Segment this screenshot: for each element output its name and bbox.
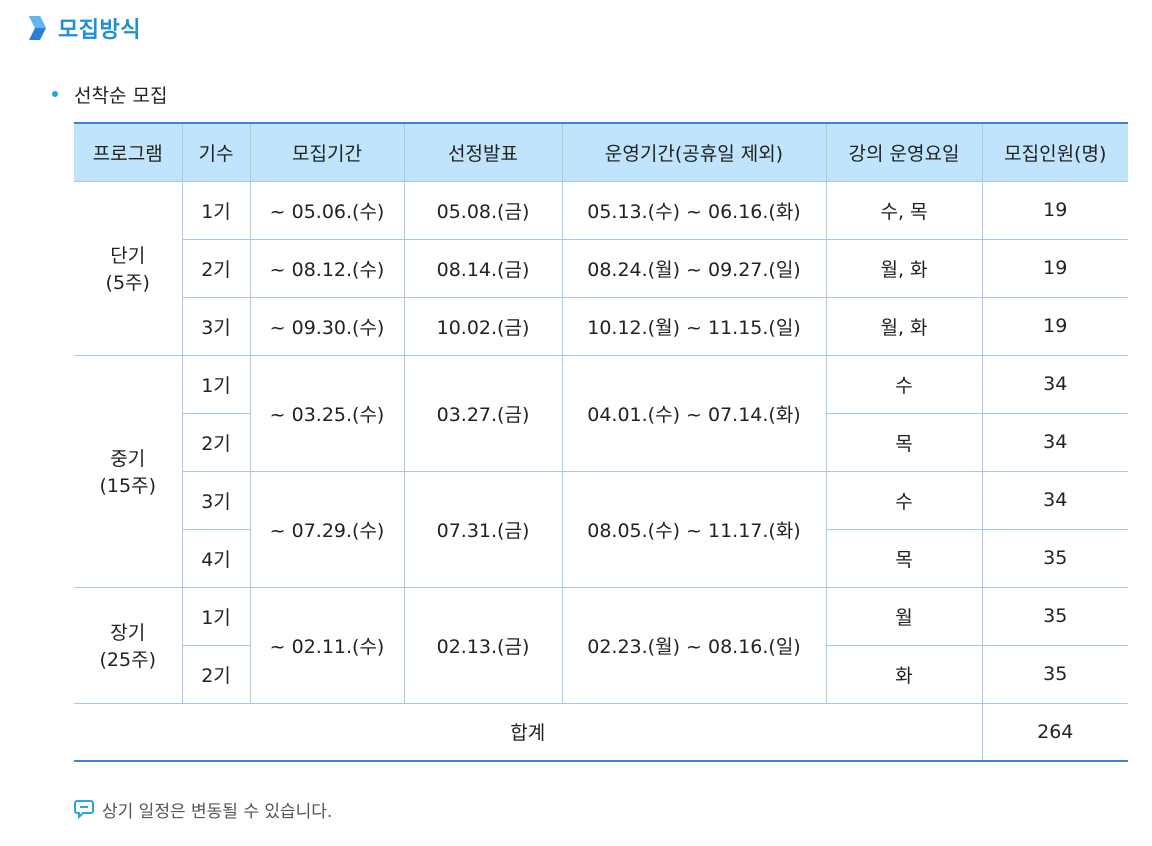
note-text: 상기 일정은 변동될 수 있습니다. xyxy=(102,801,333,822)
announce-cell: 10.02.(금) xyxy=(403,296,563,356)
program-name: 장기 xyxy=(110,622,146,644)
period-cell: ~ 03.25.(수) xyxy=(249,354,405,472)
term-cell: 2기 xyxy=(181,412,251,472)
header-operation-period: 운영기간(공휴일 제외) xyxy=(561,122,827,182)
term-cell: 1기 xyxy=(181,354,251,414)
header-term: 기수 xyxy=(181,122,251,182)
term-cell: 3기 xyxy=(181,470,251,530)
count-cell: 35 xyxy=(981,528,1128,588)
announce-cell: 05.08.(금) xyxy=(403,180,563,240)
table-header-row: 프로그램 기수 모집기간 선정발표 운영기간(공휴일 제외) 강의 운영요일 모… xyxy=(74,122,1128,182)
count-cell: 19 xyxy=(981,238,1128,298)
header-program: 프로그램 xyxy=(74,122,183,182)
announce-cell: 03.27.(금) xyxy=(403,354,563,472)
header-capacity: 모집인원(명) xyxy=(981,122,1128,182)
operation-cell: 04.01.(수) ~ 07.14.(화) xyxy=(561,354,827,472)
period-cell: ~ 09.30.(수) xyxy=(249,296,405,356)
announce-cell: 08.14.(금) xyxy=(403,238,563,298)
days-cell: 월, 화 xyxy=(825,238,983,298)
term-cell: 3기 xyxy=(181,296,251,356)
period-cell: ~ 05.06.(수) xyxy=(249,180,405,240)
program-duration: (5주) xyxy=(105,272,150,294)
program-name: 중기 xyxy=(110,448,146,470)
section-title: 모집방식 xyxy=(58,18,141,43)
period-cell: ~ 02.11.(수) xyxy=(249,586,405,704)
recruit-method-item: 선착순 모집 xyxy=(52,80,167,108)
term-cell: 1기 xyxy=(181,180,251,240)
total-label: 합계 xyxy=(74,702,983,762)
program-duration: (15주) xyxy=(99,475,156,497)
term-cell: 1기 xyxy=(181,586,251,646)
bullet-dot xyxy=(52,91,58,97)
table-row: 단기 (5주) 1기 ~ 05.06.(수) 05.08.(금) 05.13.(… xyxy=(74,180,1128,356)
total-row: 합계 264 xyxy=(74,702,1128,762)
count-cell: 19 xyxy=(981,296,1128,356)
days-cell: 목 xyxy=(825,528,983,588)
header-recruit-period: 모집기간 xyxy=(249,122,405,182)
operation-cell: 10.12.(월) ~ 11.15.(일) xyxy=(561,296,827,356)
days-cell: 수 xyxy=(825,470,983,530)
table-row: 장기 (25주) 1기 ~ 02.11.(수) 02.13.(금) 02.23.… xyxy=(74,586,1128,704)
program-cell-short: 단기 (5주) xyxy=(74,180,183,356)
days-cell: 화 xyxy=(825,644,983,704)
table-row: 중기 (15주) 1기 ~ 03.25.(수) 03.27.(금) 04.01.… xyxy=(74,354,1128,588)
operation-cell: 08.05.(수) ~ 11.17.(화) xyxy=(561,470,827,588)
term-cell: 4기 xyxy=(181,528,251,588)
speech-bubble-icon xyxy=(74,800,94,819)
program-cell-long: 장기 (25주) xyxy=(74,586,183,704)
program-cell-mid: 중기 (15주) xyxy=(74,354,183,588)
section-heading: 모집방식 xyxy=(26,12,141,44)
operation-cell: 08.24.(월) ~ 09.27.(일) xyxy=(561,238,827,298)
announce-cell: 02.13.(금) xyxy=(403,586,563,704)
count-cell: 19 xyxy=(981,180,1128,240)
header-announcement: 선정발표 xyxy=(403,122,563,182)
count-cell: 35 xyxy=(981,644,1128,704)
term-cell: 2기 xyxy=(181,238,251,298)
days-cell: 수, 목 xyxy=(825,180,983,240)
recruit-method-label: 선착순 모집 xyxy=(74,84,168,107)
program-name: 단기 xyxy=(110,245,146,267)
days-cell: 목 xyxy=(825,412,983,472)
chevron-right-icon xyxy=(29,16,46,40)
operation-cell: 05.13.(수) ~ 06.16.(화) xyxy=(561,180,827,240)
count-cell: 34 xyxy=(981,470,1128,530)
schedule-table: 프로그램 기수 모집기간 선정발표 운영기간(공휴일 제외) 강의 운영요일 모… xyxy=(74,122,1128,762)
count-cell: 35 xyxy=(981,586,1128,646)
program-duration: (25주) xyxy=(99,649,156,671)
days-cell: 월 xyxy=(825,586,983,646)
table-row: 3기 ~ 07.29.(수) 07.31.(금) 08.05.(수) ~ 11.… xyxy=(74,470,1128,588)
days-cell: 월, 화 xyxy=(825,296,983,356)
table-row: 3기 ~ 09.30.(수) 10.02.(금) 10.12.(월) ~ 11.… xyxy=(74,296,1128,356)
count-cell: 34 xyxy=(981,412,1128,472)
operation-cell: 02.23.(월) ~ 08.16.(일) xyxy=(561,586,827,704)
period-cell: ~ 08.12.(수) xyxy=(249,238,405,298)
header-class-days: 강의 운영요일 xyxy=(825,122,983,182)
announce-cell: 07.31.(금) xyxy=(403,470,563,588)
count-cell: 34 xyxy=(981,354,1128,414)
term-cell: 2기 xyxy=(181,644,251,704)
period-cell: ~ 07.29.(수) xyxy=(249,470,405,588)
days-cell: 수 xyxy=(825,354,983,414)
table-row: 2기 ~ 08.12.(수) 08.14.(금) 08.24.(월) ~ 09.… xyxy=(74,238,1128,298)
total-value: 264 xyxy=(981,702,1128,762)
schedule-note: 상기 일정은 변동될 수 있습니다. xyxy=(74,796,332,822)
